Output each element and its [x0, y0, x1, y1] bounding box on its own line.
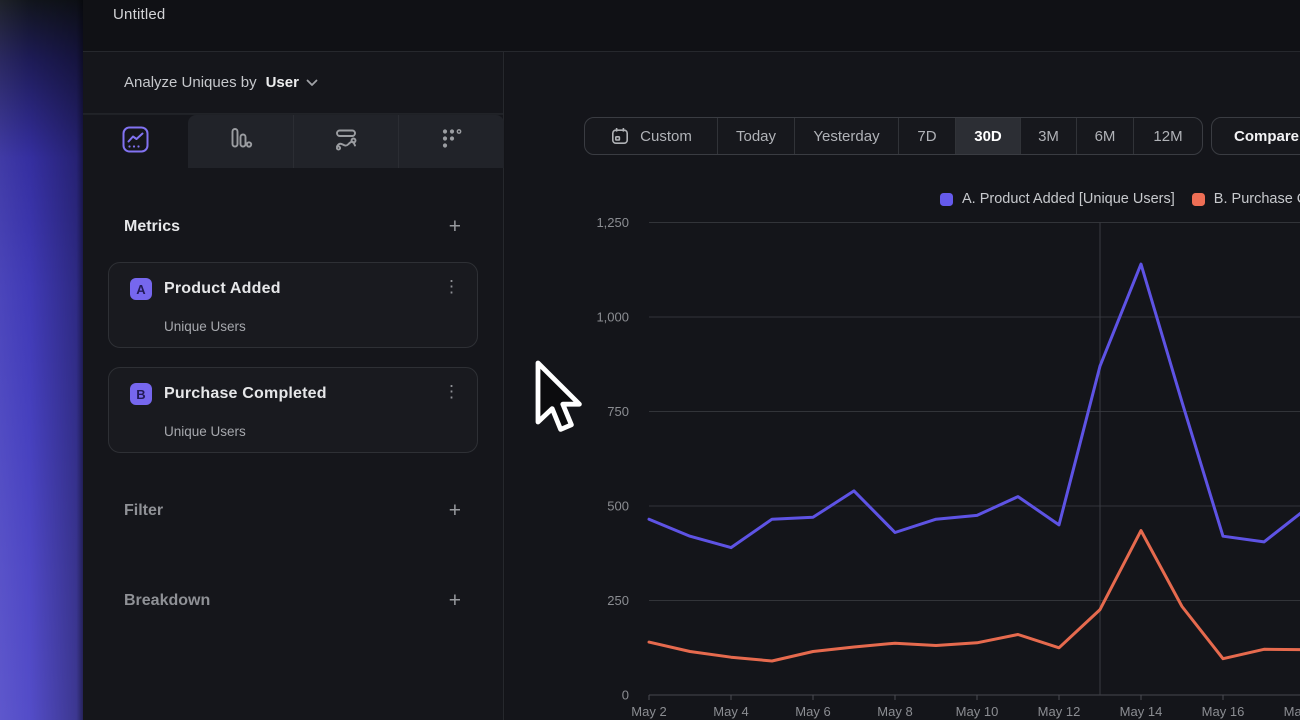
add-filter-button[interactable]: + [449, 501, 461, 521]
metric-badge-b: B [130, 383, 152, 405]
titlebar: Untitled [83, 0, 1300, 52]
metric-badge-a: A [130, 278, 152, 300]
breakdown-header: Breakdown + [83, 588, 503, 614]
svg-text:250: 250 [607, 593, 629, 608]
filter-header: Filter + [83, 498, 503, 524]
tab-funnel-dots[interactable] [398, 115, 504, 168]
metric-subtitle: Unique Users [164, 424, 246, 439]
analyze-label: Analyze Uniques by [124, 74, 257, 91]
chart-panel: Custom Today Yesterday 7D 30D 3M 6M 12M … [505, 52, 1300, 720]
filter-title: Filter [124, 502, 163, 520]
svg-text:1,000: 1,000 [596, 310, 629, 325]
background-gradient-strip [0, 0, 83, 720]
funnel-dots-icon [439, 126, 465, 157]
chart-type-tabs [83, 114, 503, 167]
kebab-menu-icon[interactable]: ⋮ [443, 382, 460, 402]
svg-text:May 4: May 4 [713, 704, 748, 719]
tab-line-chart[interactable] [83, 115, 188, 168]
app-screen: Untitled Analyze Uniques by User [0, 0, 1300, 720]
svg-text:May 18: May 18 [1284, 704, 1300, 719]
mouse-cursor [531, 359, 583, 444]
metric-subtitle: Unique Users [164, 319, 246, 334]
svg-text:1,250: 1,250 [596, 215, 629, 230]
metric-card-a[interactable]: A Product Added ⋮ Unique Users [108, 262, 478, 348]
metric-title: Product Added [164, 280, 281, 298]
breakdown-title: Breakdown [124, 592, 210, 610]
tab-bar-chart[interactable] [188, 115, 293, 168]
line-chart-svg: 0 250 500 750 1,000 1,250 May 2 May 4 May 6 May 8… [505, 52, 1300, 720]
line-chart[interactable]: 0 250 500 750 1,000 1,250 May 2 May 4 May 6 May 8… [505, 52, 1300, 720]
svg-text:May 16: May 16 [1202, 704, 1245, 719]
line-chart-icon [122, 126, 149, 158]
app-window: Untitled Analyze Uniques by User [83, 0, 1300, 720]
metrics-title: Metrics [124, 218, 180, 236]
report-title[interactable]: Untitled [113, 6, 165, 23]
svg-text:500: 500 [607, 499, 629, 514]
metric-card-b[interactable]: B Purchase Completed ⋮ Unique Users [108, 367, 478, 453]
sidebar: Analyze Uniques by User [83, 52, 504, 720]
chart-type-tabs-group [188, 115, 504, 168]
svg-text:May 10: May 10 [956, 704, 999, 719]
kebab-menu-icon[interactable]: ⋮ [443, 277, 460, 297]
add-breakdown-button[interactable]: + [449, 591, 461, 611]
svg-text:May 6: May 6 [795, 704, 830, 719]
add-metric-button[interactable]: + [449, 217, 461, 237]
metric-title: Purchase Completed [164, 385, 327, 403]
svg-text:May 8: May 8 [877, 704, 912, 719]
svg-text:0: 0 [622, 688, 629, 703]
flow-icon [333, 126, 359, 157]
svg-text:750: 750 [607, 404, 629, 419]
analyze-row: Analyze Uniques by User [83, 52, 503, 114]
metrics-header: Metrics + [83, 214, 503, 240]
svg-text:May 12: May 12 [1038, 704, 1081, 719]
svg-text:May 2: May 2 [631, 704, 666, 719]
svg-text:May 14: May 14 [1120, 704, 1163, 719]
analyze-value-dropdown[interactable]: User [266, 74, 299, 91]
chevron-down-icon [306, 79, 318, 87]
tab-flow[interactable] [293, 115, 399, 168]
bar-chart-icon [227, 126, 253, 157]
